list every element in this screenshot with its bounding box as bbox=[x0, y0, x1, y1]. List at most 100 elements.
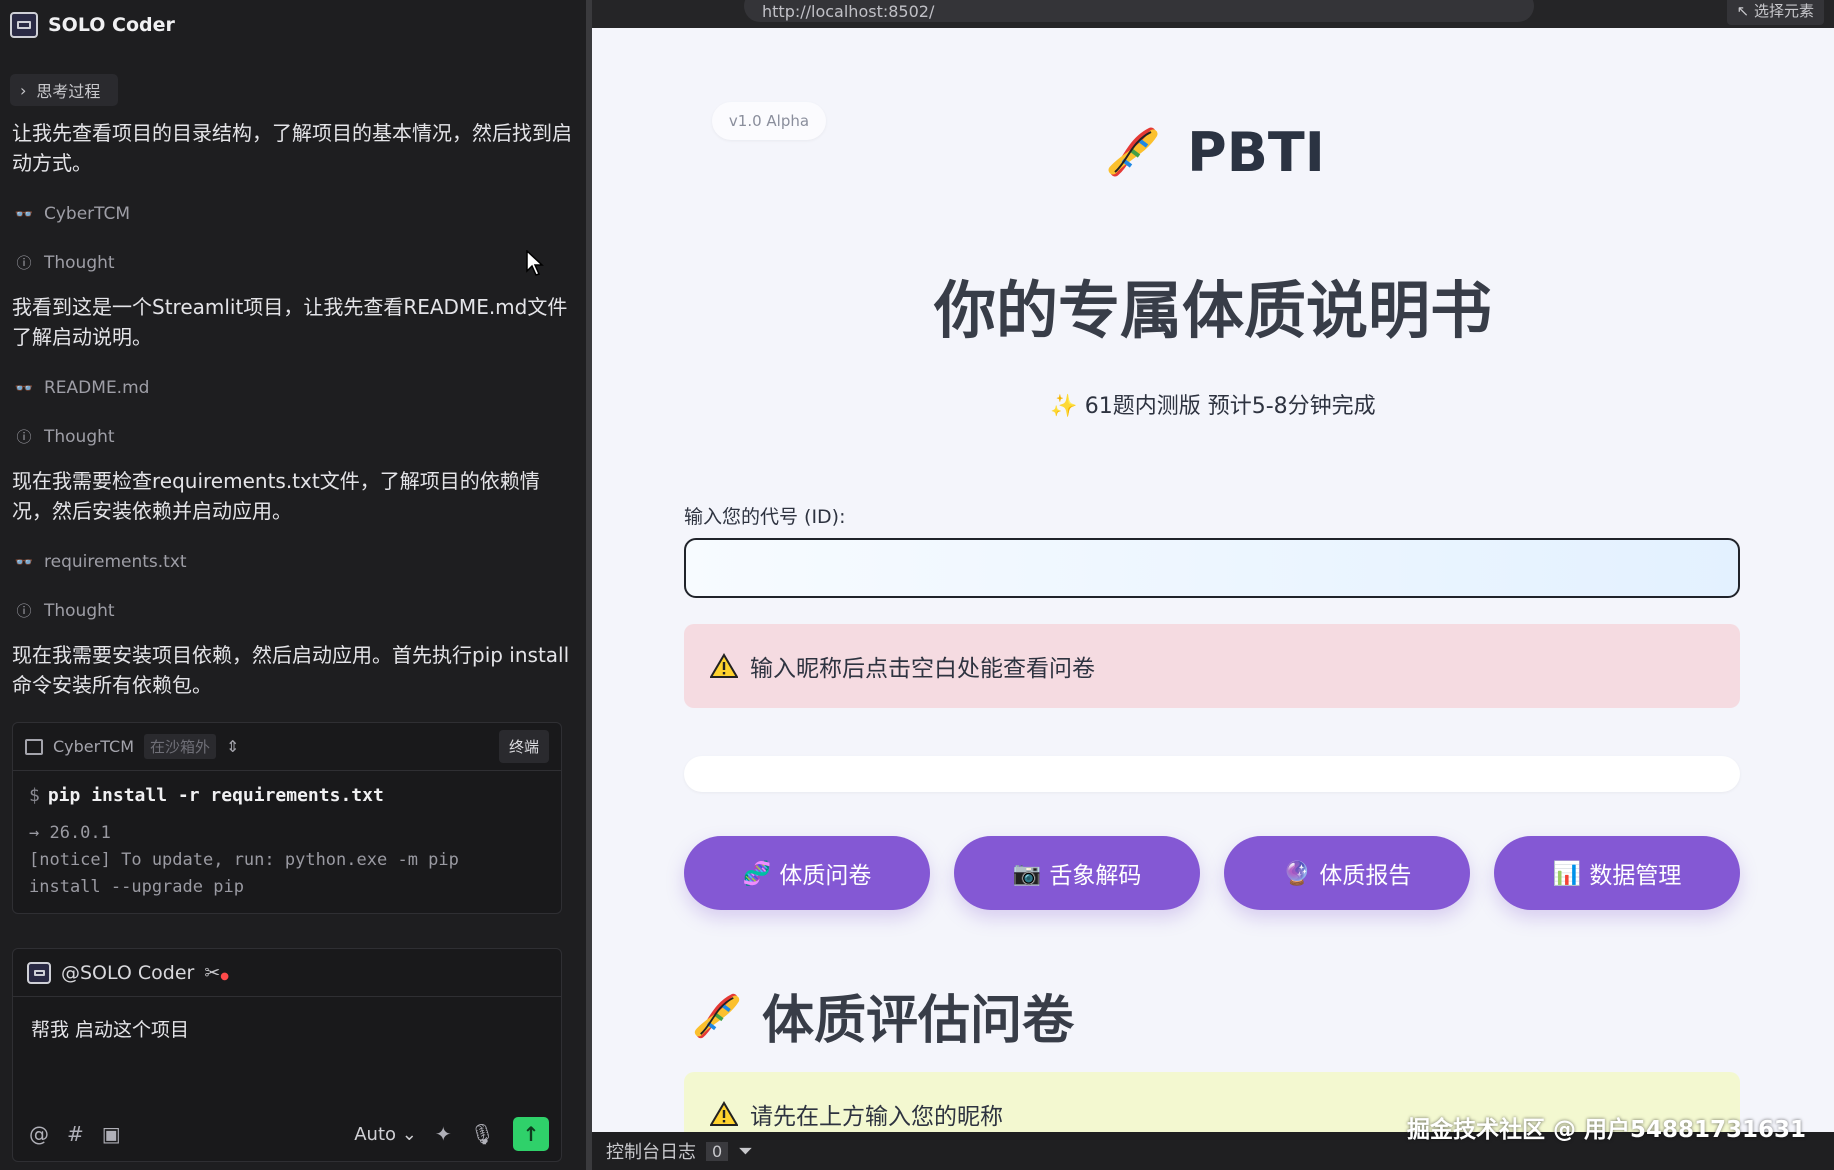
button-label: 体质报告 bbox=[1319, 863, 1412, 889]
sandbox-badge[interactable]: 在沙箱外 bbox=[144, 734, 217, 759]
thinking-label: 思考过程 bbox=[36, 82, 101, 101]
hash-icon[interactable]: # bbox=[67, 1122, 84, 1146]
cursor-icon: ↖ bbox=[1736, 2, 1750, 20]
tongue-decode-button[interactable]: 📷 舌象解码 bbox=[954, 836, 1200, 910]
chevron-right-icon: › bbox=[20, 80, 27, 100]
microphone-icon[interactable]: 🎙 bbox=[470, 1122, 495, 1146]
report-button[interactable]: 🔮 体质报告 bbox=[1224, 836, 1470, 910]
sparkles-icon: ✨ bbox=[1050, 394, 1078, 419]
data-management-button[interactable]: 📊 数据管理 bbox=[1494, 836, 1740, 910]
chat-message-input[interactable]: 帮我 启动这个项目 bbox=[13, 997, 561, 1060]
nav-buttons: 🧬 体质问卷 📷 舌象解码 🔮 体质报告 📊 数据管理 bbox=[684, 836, 1740, 910]
select-element-button[interactable]: ↖ 选择元素 bbox=[1726, 0, 1824, 25]
message-text: 让我先查看项目的目录结构，了解项目的基本情况，然后找到启动方式。 bbox=[12, 121, 572, 175]
console-count: 0 bbox=[706, 1141, 729, 1161]
terminal-card: CyberTCM 在沙箱外 ⇕ 终端 $ pip install -r requi… bbox=[12, 722, 562, 914]
camera-icon: 📷 bbox=[1012, 860, 1042, 887]
mode-label: Auto bbox=[354, 1123, 397, 1145]
dna-icon: 🧬 bbox=[742, 860, 772, 887]
tools-icon[interactable]: ✂● bbox=[204, 962, 229, 984]
warning-alert: 输入昵称后点击空白处能查看问卷 bbox=[684, 624, 1740, 708]
url-bar[interactable]: http://localhost:8502/ bbox=[744, 0, 1534, 22]
terminal-name: CyberTCM bbox=[53, 737, 135, 756]
thought-icon: ⓘ bbox=[16, 428, 32, 446]
filter-icon[interactable]: ⏷ bbox=[738, 1141, 752, 1162]
sparkle-icon[interactable]: ✦ bbox=[435, 1122, 452, 1146]
subtitle: ✨ 61题内测版 预计5-8分钟完成 bbox=[592, 388, 1834, 420]
warning-icon bbox=[710, 1101, 738, 1126]
thought-step[interactable]: ⓘ Thought bbox=[14, 426, 115, 447]
progress-bar bbox=[684, 756, 1740, 792]
questionnaire-button[interactable]: 🧬 体质问卷 bbox=[684, 836, 930, 910]
tool-step[interactable]: 👓 CyberTCM bbox=[14, 204, 130, 224]
web-page: v1.0 Alpha PBTI 你的专属体质说明书 ✨ 61题内测版 预计5-8… bbox=[592, 28, 1834, 1132]
terminal-output-line: [notice] To update, run: python.exe -m p… bbox=[29, 850, 459, 870]
section-header: 体质评估问卷 bbox=[688, 978, 1074, 1053]
thought-label: Thought bbox=[44, 600, 115, 621]
terminal-output-line: install --upgrade pip bbox=[29, 877, 244, 897]
image-icon[interactable]: ▣ bbox=[102, 1122, 121, 1146]
button-label: 舌象解码 bbox=[1049, 863, 1142, 889]
agent-panel: SOLO Coder › 思考过程 让我先查看项目的目录结构，了解项目的基本情况… bbox=[0, 0, 586, 1170]
agent-logo-icon bbox=[27, 961, 51, 984]
open-terminal-button[interactable]: 终端 bbox=[498, 730, 549, 763]
mouse-cursor-icon bbox=[526, 250, 544, 276]
section-title: 体质评估问卷 bbox=[762, 991, 1075, 1051]
chat-header: @SOLO Coder ✂● bbox=[13, 949, 561, 997]
tool-step-label: requirements.txt bbox=[44, 552, 187, 572]
panel-header: SOLO Coder bbox=[10, 12, 175, 38]
terminal-command-text: pip install -r requirements.txt bbox=[47, 785, 384, 806]
thought-step[interactable]: ⓘ Thought bbox=[14, 600, 115, 621]
terminal-header: CyberTCM 在沙箱外 ⇕ 终端 bbox=[13, 723, 561, 771]
agent-mention[interactable]: @SOLO Coder bbox=[61, 962, 194, 984]
subtitle-text: 61题内测版 预计5-8分钟完成 bbox=[1084, 394, 1376, 419]
glasses-icon: 👓 bbox=[14, 205, 34, 223]
chat-toolbar: @ # ▣ Auto ⌄ ✦ 🎙 ↑ bbox=[29, 1117, 549, 1151]
id-label: 输入您的代号 (ID): bbox=[684, 506, 846, 528]
chat-input-box[interactable]: @SOLO Coder ✂● 帮我 启动这个项目 @ # ▣ Auto ⌄ ✦ … bbox=[12, 948, 562, 1162]
mode-select[interactable]: Auto ⌄ bbox=[354, 1124, 417, 1145]
warning-text: 输入昵称后点击空白处能查看问卷 bbox=[750, 656, 1095, 682]
glasses-icon: 👓 bbox=[14, 379, 34, 397]
terminal-output-line: → 26.0.1 bbox=[29, 823, 111, 843]
glasses-icon: 👓 bbox=[14, 553, 34, 571]
watermark: 掘金技术社区 @ 用户54881731631 bbox=[1406, 1117, 1806, 1143]
hero-title: 你的专属体质说明书 bbox=[933, 274, 1492, 347]
send-button[interactable]: ↑ bbox=[513, 1117, 549, 1151]
thought-label: Thought bbox=[44, 252, 115, 273]
message-text: 现在我需要检查requirements.txt文件，了解项目的依赖情况，然后安装… bbox=[12, 469, 540, 523]
terminal-body: $ pip install -r requirements.txt → 26.0.… bbox=[13, 771, 561, 915]
tool-step-label: README.md bbox=[44, 378, 150, 398]
select-element-label: 选择元素 bbox=[1753, 2, 1814, 20]
thinking-toggle[interactable]: › 思考过程 bbox=[10, 74, 118, 106]
bar-chart-icon: 📊 bbox=[1552, 860, 1582, 887]
message-text: 我看到这是一个Streamlit项目，让我先查看README.md文件了解启动说… bbox=[12, 295, 568, 349]
thought-label: Thought bbox=[44, 426, 115, 447]
chevron-updown-icon[interactable]: ⇕ bbox=[226, 737, 239, 756]
panel-title: SOLO Coder bbox=[48, 14, 175, 36]
brand-header: PBTI bbox=[592, 120, 1834, 184]
thought-icon: ⓘ bbox=[16, 602, 32, 620]
dna-icon bbox=[1108, 127, 1158, 177]
thought-step[interactable]: ⓘ Thought bbox=[14, 252, 115, 273]
at-mention-icon[interactable]: @ bbox=[29, 1122, 49, 1146]
crystal-ball-icon: 🔮 bbox=[1282, 860, 1312, 887]
terminal-prompt: $ bbox=[29, 785, 40, 806]
warning-icon bbox=[710, 653, 738, 678]
terminal-command: $ pip install -r requirements.txt bbox=[29, 785, 545, 806]
thought-icon: ⓘ bbox=[16, 254, 32, 272]
terminal-output: → 26.0.1 [notice] To update, run: python… bbox=[29, 820, 545, 901]
id-input[interactable] bbox=[684, 538, 1740, 598]
brand-title: PBTI bbox=[1187, 120, 1325, 184]
warning-text: 请先在上方输入您的昵称 bbox=[750, 1104, 1003, 1130]
tool-step[interactable]: 👓 requirements.txt bbox=[14, 552, 187, 572]
terminal-icon bbox=[25, 738, 43, 755]
browser-panel: http://localhost:8502/ ↖ 选择元素 v1.0 Alpha… bbox=[592, 0, 1834, 1170]
console-label: 控制台日志 bbox=[606, 1142, 696, 1163]
tool-step[interactable]: 👓 README.md bbox=[14, 378, 150, 398]
message-text: 现在我需要安装项目依赖，然后启动应用。首先执行pip install命令安装所有… bbox=[12, 643, 570, 697]
button-label: 体质问卷 bbox=[779, 863, 872, 889]
tool-step-label: CyberTCM bbox=[44, 204, 131, 224]
solo-logo-icon bbox=[10, 12, 38, 38]
dna-icon bbox=[694, 993, 740, 1038]
